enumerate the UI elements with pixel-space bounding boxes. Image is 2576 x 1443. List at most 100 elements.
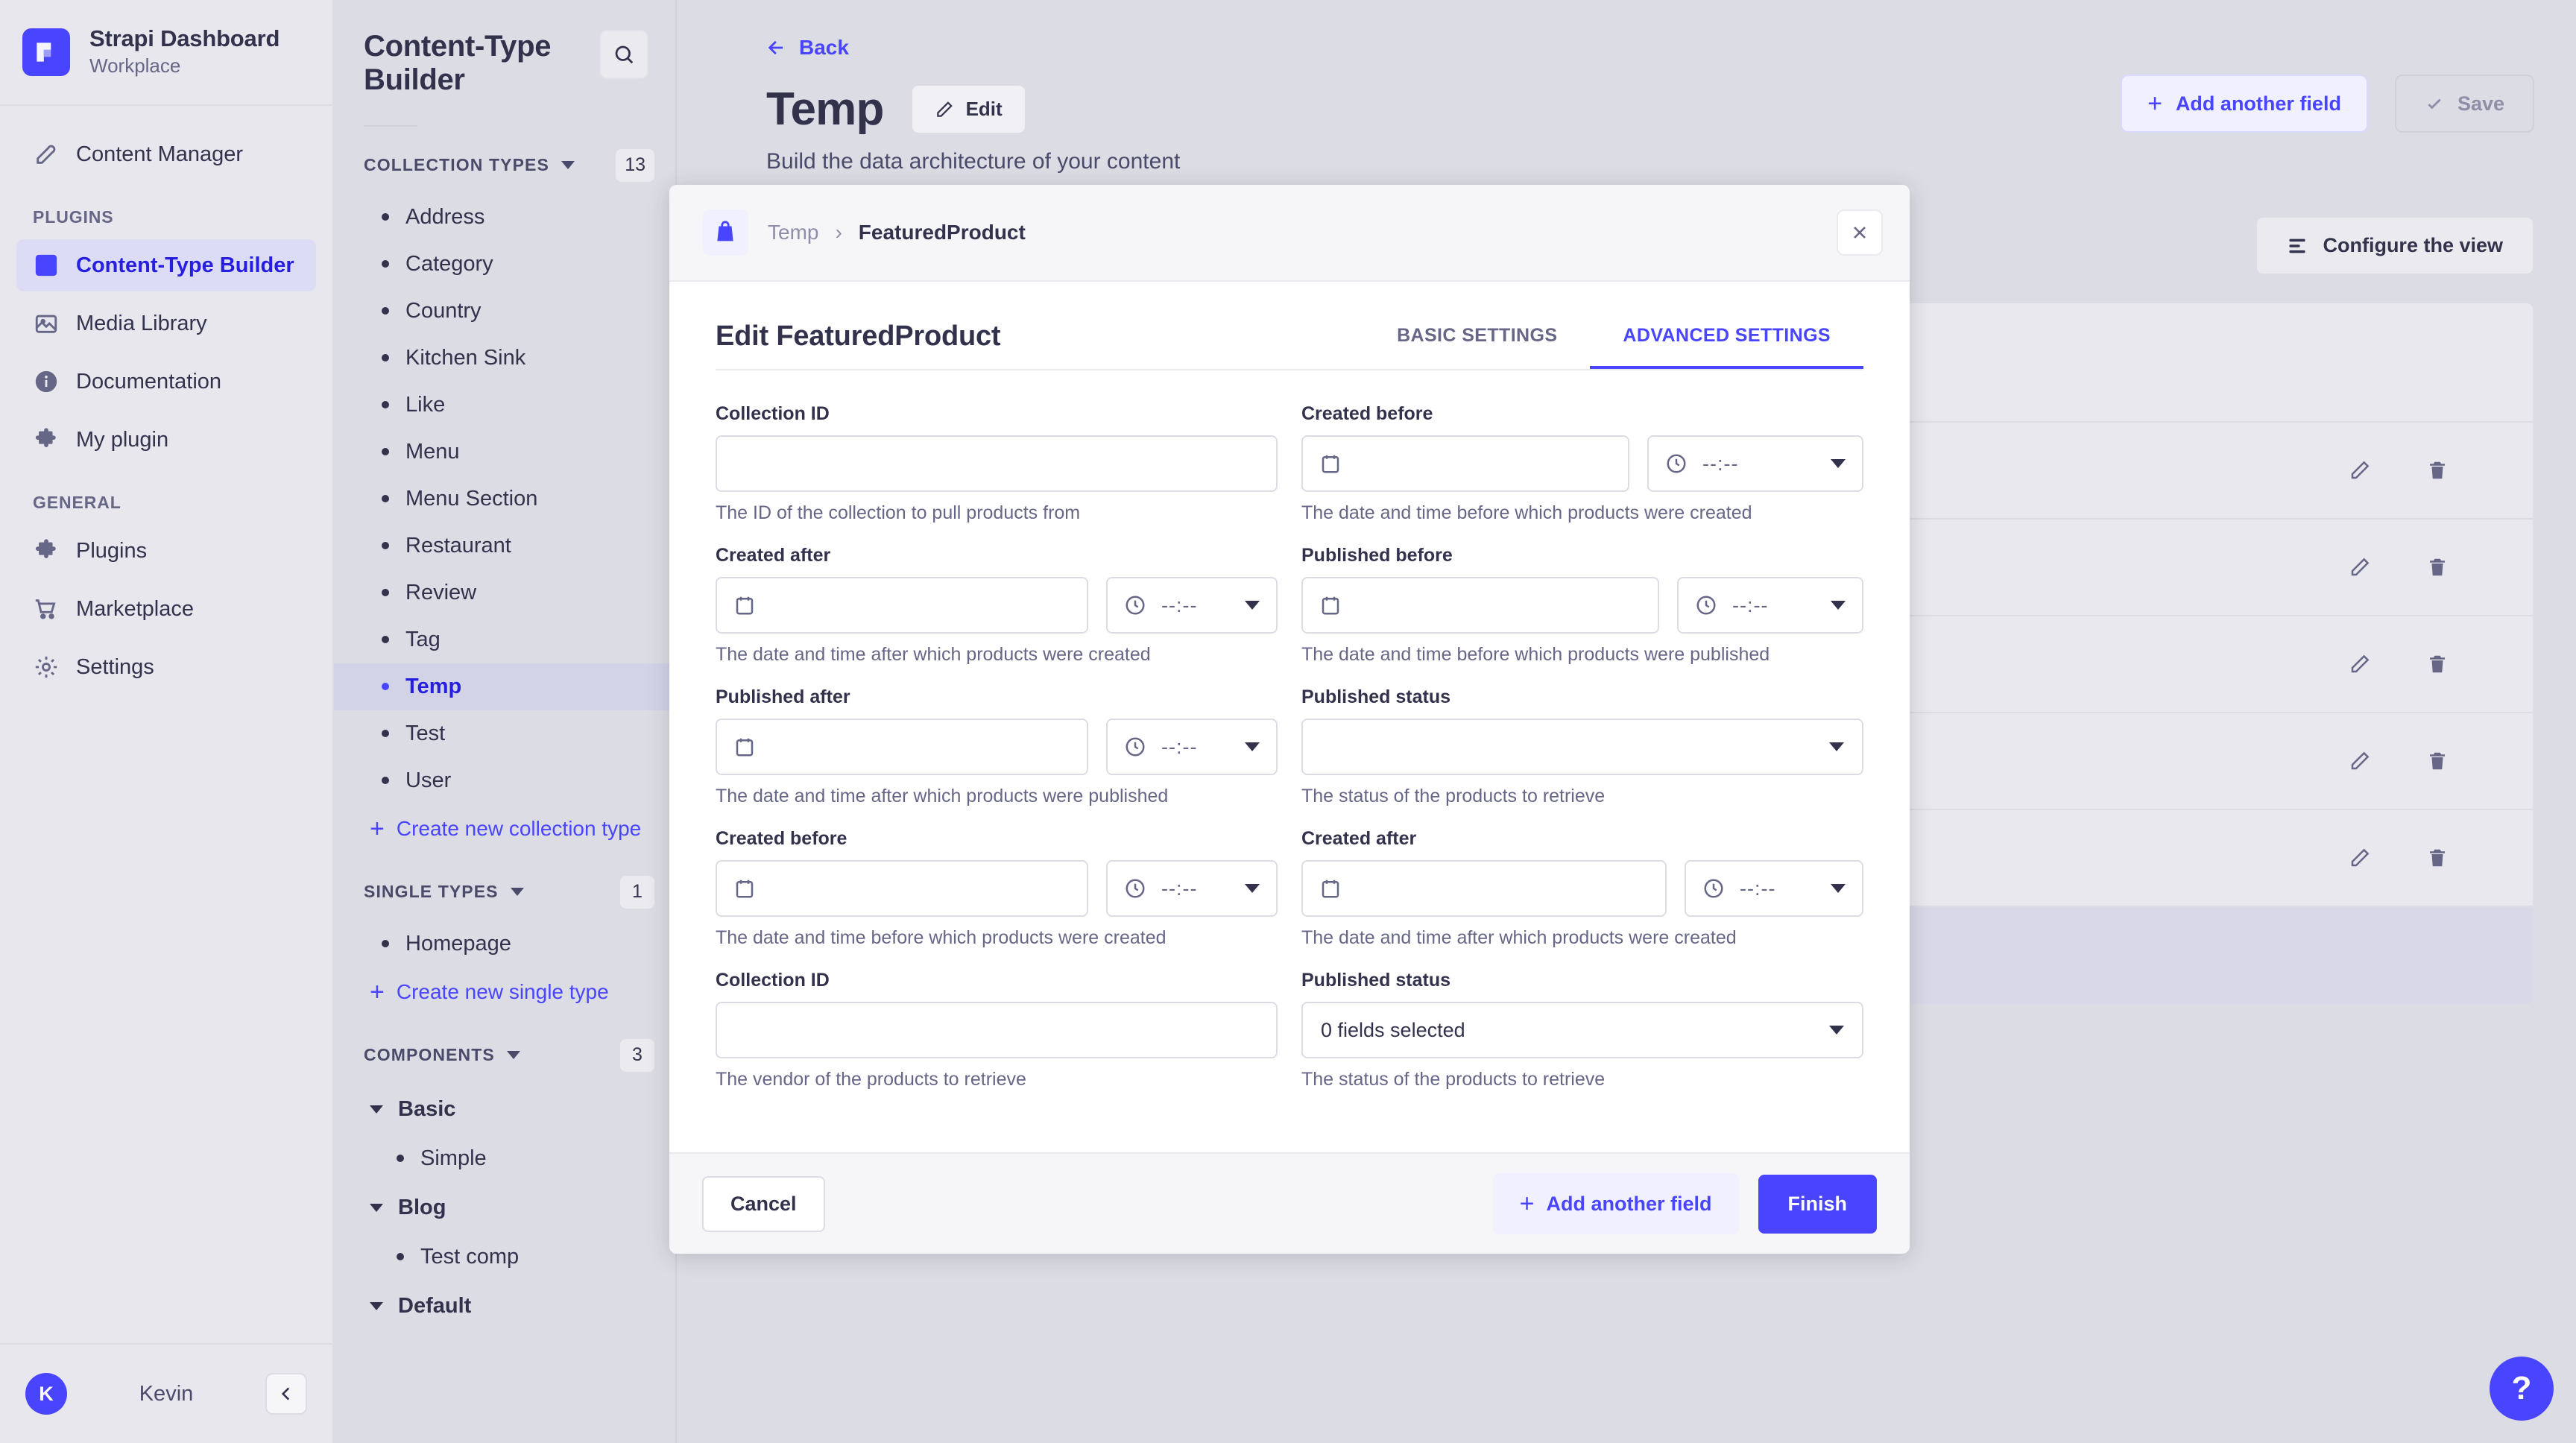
created-before-time-input[interactable]: --:-- — [1647, 435, 1863, 492]
field-label: Created after — [716, 545, 1278, 566]
ct-item-review[interactable]: Review — [334, 569, 675, 616]
ct-item-like[interactable]: Like — [334, 382, 675, 429]
section-single-types[interactable]: SINGLE TYPES 1 — [334, 853, 675, 921]
field-label: Created before — [716, 828, 1278, 850]
pencil-icon[interactable] — [2345, 552, 2375, 582]
pencil-icon[interactable] — [2345, 649, 2375, 679]
search-icon[interactable] — [599, 30, 648, 79]
published-before-date-input[interactable] — [1301, 577, 1659, 634]
layout-icon — [33, 252, 60, 279]
close-icon[interactable] — [1837, 209, 1883, 256]
ct-item-user[interactable]: User — [334, 757, 675, 804]
time-value: --:-- — [1161, 877, 1197, 900]
tab-basic-settings[interactable]: BASIC SETTINGS — [1364, 321, 1590, 369]
header-actions: + Add another field Save — [2121, 75, 2534, 133]
component-group-blog[interactable]: Blog — [334, 1182, 675, 1234]
modal-header: Temp › FeaturedProduct — [669, 185, 1910, 282]
sidebar-item-content-manager[interactable]: Content Manager — [16, 128, 316, 180]
field-label: Collection ID — [716, 970, 1278, 991]
trash-icon[interactable] — [2422, 843, 2452, 873]
published-before-time-input[interactable]: --:-- — [1677, 577, 1863, 634]
section-components[interactable]: COMPONENTS 3 — [334, 1017, 675, 1084]
cancel-button[interactable]: Cancel — [702, 1176, 825, 1232]
published-after-date-input[interactable] — [716, 719, 1088, 775]
ct-item-homepage[interactable]: Homepage — [334, 921, 675, 967]
ct-item-menu[interactable]: Menu — [334, 429, 675, 476]
strapi-logo-icon — [22, 28, 70, 76]
help-button[interactable]: ? — [2490, 1357, 2554, 1421]
edit-button[interactable]: Edit — [911, 84, 1026, 134]
add-another-field-button-modal[interactable]: + Add another field — [1493, 1173, 1739, 1234]
ct-item-country[interactable]: Country — [334, 288, 675, 335]
finish-button[interactable]: Finish — [1758, 1175, 1878, 1234]
add-field-label: Add another field — [2176, 92, 2341, 116]
chevron-down-icon — [370, 1302, 383, 1310]
tab-advanced-settings[interactable]: ADVANCED SETTINGS — [1590, 321, 1863, 369]
trash-icon[interactable] — [2422, 649, 2452, 679]
save-button[interactable]: Save — [2395, 75, 2534, 133]
trash-icon[interactable] — [2422, 746, 2452, 776]
created-after-time-input[interactable]: --:-- — [1106, 577, 1278, 634]
arrow-left-icon — [766, 37, 787, 58]
published-status-multiselect[interactable]: 0 fields selected — [1301, 1002, 1863, 1058]
created-before-date-input-2[interactable] — [716, 860, 1088, 917]
field-hint: The date and time before which products … — [1301, 502, 1863, 524]
field-published-before: Published before --:-- The date and — [1301, 545, 1863, 666]
created-after-time-input-2[interactable]: --:-- — [1685, 860, 1863, 917]
pencil-icon — [935, 100, 954, 119]
pencil-icon[interactable] — [2345, 843, 2375, 873]
created-after-date-input-2[interactable] — [1301, 860, 1667, 917]
add-another-field-button[interactable]: + Add another field — [2121, 75, 2368, 133]
sidebar-item-label: My plugin — [76, 428, 168, 452]
bullet-icon — [382, 777, 389, 784]
published-after-time-input[interactable]: --:-- — [1106, 719, 1278, 775]
breadcrumb-parent[interactable]: Temp — [768, 221, 818, 244]
component-group-basic[interactable]: Basic — [334, 1084, 675, 1135]
sidebar-item-settings[interactable]: Settings — [16, 641, 316, 693]
sidebar-item-marketplace[interactable]: Marketplace — [16, 583, 316, 635]
created-before-date-input[interactable] — [1301, 435, 1629, 492]
ct-item-label: Country — [405, 299, 482, 323]
ct-item-address[interactable]: Address — [334, 194, 675, 241]
component-group-default[interactable]: Default — [334, 1281, 675, 1332]
ct-item-tag[interactable]: Tag — [334, 616, 675, 663]
calendar-icon — [733, 594, 756, 616]
pencil-icon[interactable] — [2345, 746, 2375, 776]
calendar-icon — [1319, 452, 1342, 475]
ct-item-restaurant[interactable]: Restaurant — [334, 522, 675, 569]
chevron-left-icon[interactable] — [265, 1373, 307, 1415]
trash-icon[interactable] — [2422, 552, 2452, 582]
back-button[interactable]: Back — [766, 36, 849, 60]
ct-item-label: Review — [405, 581, 476, 605]
pencil-icon[interactable] — [2345, 455, 2375, 485]
collection-id-input-2[interactable] — [716, 1002, 1278, 1058]
avatar[interactable]: K — [25, 1373, 67, 1415]
sidebar-item-plugins[interactable]: Plugins — [16, 525, 316, 577]
sidebar-item-my-plugin[interactable]: My plugin — [16, 414, 316, 466]
component-item-simple[interactable]: Simple — [334, 1135, 675, 1182]
sidebar-item-content-type-builder[interactable]: Content-Type Builder — [16, 239, 316, 291]
trash-icon[interactable] — [2422, 455, 2452, 485]
chevron-down-icon — [1245, 742, 1260, 751]
create-new-collection-type-button[interactable]: + Create new collection type — [334, 804, 675, 853]
component-item-test-comp[interactable]: Test comp — [334, 1234, 675, 1281]
app-root: Strapi Dashboard Workplace Content Manag… — [0, 0, 2576, 1443]
create-new-single-type-button[interactable]: + Create new single type — [334, 967, 675, 1017]
ct-item-kitchen-sink[interactable]: Kitchen Sink — [334, 335, 675, 382]
bullet-icon — [382, 589, 389, 596]
section-collection-types[interactable]: COLLECTION TYPES 13 — [334, 127, 675, 194]
configure-the-view-button[interactable]: Configure the view — [2255, 216, 2534, 275]
bullet-icon — [382, 495, 389, 502]
ct-item-menu-section[interactable]: Menu Section — [334, 476, 675, 522]
sidebar-item-documentation[interactable]: Documentation — [16, 356, 316, 408]
sidebar-item-media-library[interactable]: Media Library — [16, 297, 316, 350]
chevron-down-icon — [1831, 459, 1846, 468]
collection-id-input[interactable] — [716, 435, 1278, 492]
ct-item-test[interactable]: Test — [334, 710, 675, 757]
published-status-select[interactable] — [1301, 719, 1863, 775]
created-before-time-input-2[interactable]: --:-- — [1106, 860, 1278, 917]
ct-item-category[interactable]: Category — [334, 241, 675, 288]
breadcrumb-current: FeaturedProduct — [859, 221, 1026, 244]
ct-item-temp[interactable]: Temp — [334, 663, 675, 710]
created-after-date-input[interactable] — [716, 577, 1088, 634]
